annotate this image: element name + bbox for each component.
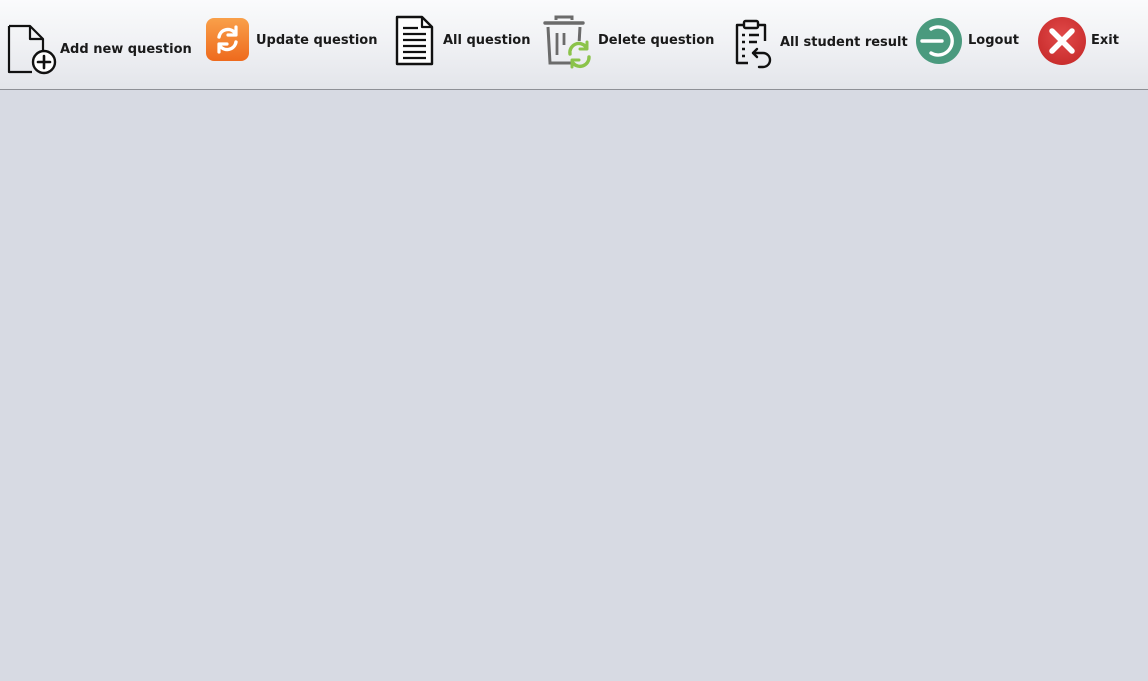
- delete-question-label: Delete question: [598, 33, 715, 48]
- exit-label: Exit: [1091, 33, 1119, 48]
- all-student-result-label: All student result: [780, 35, 908, 50]
- all-student-result-button[interactable]: All student result: [731, 18, 908, 70]
- main-content-area: [0, 90, 1148, 681]
- document-list-icon: [395, 15, 434, 66]
- add-new-question-button[interactable]: Add new question: [4, 22, 192, 76]
- all-question-button[interactable]: All question: [394, 14, 530, 68]
- logout-label: Logout: [968, 33, 1019, 48]
- logout-icon: [916, 18, 962, 64]
- all-question-label: All question: [443, 33, 531, 48]
- trash-refresh-icon: [543, 15, 591, 69]
- clipboard-undo-icon: [735, 19, 772, 69]
- refresh-icon: [206, 18, 249, 61]
- update-question-button[interactable]: Update question: [203, 16, 377, 66]
- add-new-question-label: Add new question: [60, 42, 192, 57]
- update-question-label: Update question: [256, 33, 378, 48]
- close-circle-icon: [1038, 17, 1086, 65]
- add-document-icon: [7, 24, 57, 75]
- exit-button[interactable]: Exit: [1036, 15, 1122, 67]
- delete-question-button[interactable]: Delete question: [542, 14, 714, 69]
- logout-button[interactable]: Logout: [914, 16, 1022, 66]
- toolbar: Add new question Update question All que…: [0, 0, 1148, 90]
